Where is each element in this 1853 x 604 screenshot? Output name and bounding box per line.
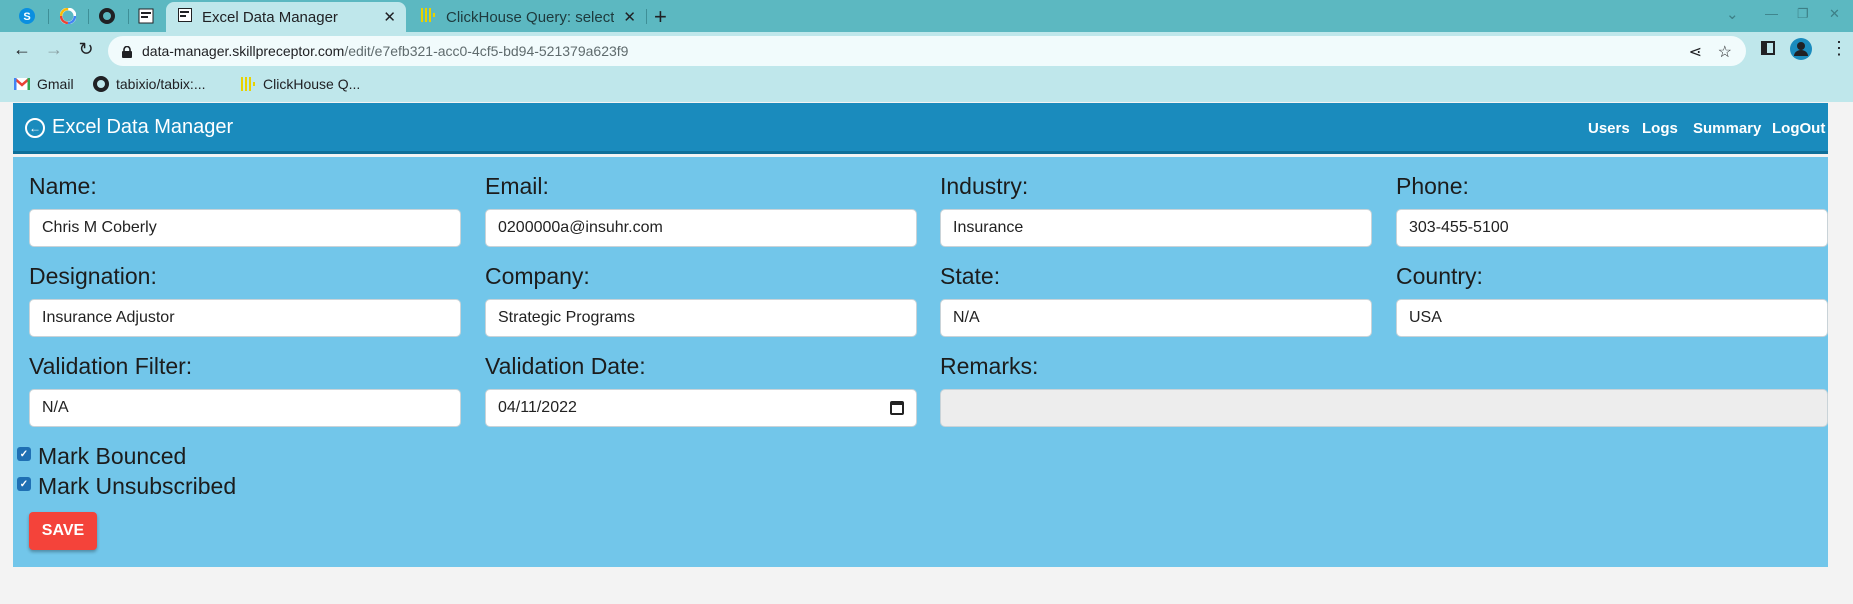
country-field[interactable]: USA	[1396, 299, 1828, 337]
tab-excel-data-manager[interactable]: Excel Data Manager ✕	[166, 2, 406, 32]
company-value: Strategic Programs	[498, 309, 635, 326]
tab-clickhouse-query[interactable]: ClickHouse Query: select ✕	[408, 2, 646, 32]
minimize-icon[interactable]: —	[1765, 6, 1778, 21]
edit-form-panel: Name: Chris M Coberly Email: 0200000a@in…	[13, 157, 1828, 567]
window-close-icon[interactable]: ✕	[1829, 6, 1840, 22]
close-icon[interactable]: ✕	[623, 8, 636, 26]
reload-icon[interactable]: ↻	[74, 39, 98, 60]
country-label: Country:	[1396, 263, 1483, 289]
svg-text:S: S	[23, 11, 30, 23]
app-tab-icon[interactable]	[133, 4, 159, 28]
bookmark-tabix[interactable]: tabixio/tabix:...	[93, 76, 206, 92]
app-header: ← Excel Data Manager Users Logs Summary …	[13, 103, 1828, 154]
clickhouse-icon	[240, 76, 256, 92]
validation-date-value: 04/11/2022	[498, 399, 577, 416]
remarks-label: Remarks:	[940, 353, 1039, 379]
forward-arrow-icon[interactable]: →	[42, 39, 66, 60]
back-arrow-icon[interactable]: ←	[10, 39, 34, 60]
clickhouse-icon	[420, 7, 436, 27]
nav-users-link[interactable]: Users	[1588, 120, 1630, 137]
new-tab-icon[interactable]: +	[654, 4, 667, 30]
gmail-icon	[14, 78, 30, 90]
google-tab-icon[interactable]	[55, 4, 81, 28]
menu-icon[interactable]: ⋮	[1830, 38, 1848, 59]
state-label: State:	[940, 263, 1001, 289]
github-tab-icon[interactable]	[94, 4, 120, 28]
validation-filter-field[interactable]: N/A	[29, 389, 461, 427]
phone-label: Phone:	[1396, 173, 1469, 199]
industry-label: Industry:	[940, 173, 1029, 199]
country-value: USA	[1409, 309, 1442, 326]
github-icon	[93, 76, 109, 92]
mark-bounced-checkbox[interactable]: ✓	[17, 447, 31, 461]
tab-title: Excel Data Manager	[202, 8, 338, 26]
bookmark-gmail[interactable]: Gmail	[14, 76, 74, 92]
bookmark-star-icon[interactable]: ☆	[1718, 42, 1732, 62]
phone-field[interactable]: 303-455-5100	[1396, 209, 1828, 247]
validation-date-label: Validation Date:	[485, 353, 646, 379]
bookmark-label: ClickHouse Q...	[263, 76, 361, 92]
name-label: Name:	[29, 173, 97, 199]
maximize-icon[interactable]: ❐	[1797, 6, 1809, 22]
designation-label: Designation:	[29, 263, 157, 289]
designation-field[interactable]: Insurance Adjustor	[29, 299, 461, 337]
bookmark-label: tabixio/tabix:...	[116, 76, 206, 92]
state-field[interactable]: N/A	[940, 299, 1372, 337]
validation-filter-value: N/A	[42, 399, 69, 416]
app-favicon-icon	[178, 8, 192, 26]
calendar-icon[interactable]	[890, 401, 904, 415]
profile-avatar-icon[interactable]	[1790, 38, 1812, 65]
validation-date-field[interactable]: 04/11/2022	[485, 389, 917, 427]
save-button[interactable]: SAVE	[29, 512, 97, 550]
industry-value: Insurance	[953, 219, 1024, 236]
email-label: Email:	[485, 173, 549, 199]
company-field[interactable]: Strategic Programs	[485, 299, 917, 337]
bookmarks-bar: Gmail tabixio/tabix:... ClickHouse Q...	[0, 70, 1853, 102]
nav-logs-link[interactable]: Logs	[1642, 120, 1678, 137]
tab-title: ClickHouse Query: select	[446, 8, 615, 26]
name-field[interactable]: Chris M Coberly	[29, 209, 461, 247]
industry-field[interactable]: Insurance	[940, 209, 1372, 247]
share-icon[interactable]: ⋖	[1689, 42, 1702, 62]
validation-filter-label: Validation Filter:	[29, 353, 193, 379]
nav-logout-link[interactable]: LogOut	[1772, 120, 1825, 137]
nav-summary-link[interactable]: Summary	[1693, 120, 1761, 137]
mark-bounced-label: Mark Bounced	[38, 443, 187, 469]
url-path: /edit/e7efb321-acc0-4cf5-bd94-521379a623…	[344, 43, 629, 59]
browser-tabstrip: S Excel Data Manager ✕ ClickHouse Query:…	[0, 0, 1853, 32]
back-circle-icon[interactable]: ←	[25, 118, 45, 138]
url-host: data-manager.skillpreceptor.com	[142, 43, 345, 59]
browser-toolbar: ← → ↻ data-manager.skillpreceptor.com /e…	[0, 32, 1853, 70]
bookmark-label: Gmail	[37, 76, 74, 92]
side-panel-icon[interactable]	[1761, 41, 1775, 60]
mark-unsubscribed-checkbox[interactable]: ✓	[17, 477, 31, 491]
app-title: Excel Data Manager	[52, 116, 234, 138]
phone-value: 303-455-5100	[1409, 219, 1509, 236]
lock-icon	[122, 45, 132, 58]
bookmark-clickhouse[interactable]: ClickHouse Q...	[240, 76, 360, 92]
address-bar[interactable]: data-manager.skillpreceptor.com /edit/e7…	[108, 36, 1746, 66]
email-field[interactable]: 0200000a@insuhr.com	[485, 209, 917, 247]
skype-tab-icon[interactable]: S	[14, 4, 40, 28]
mark-unsubscribed-label: Mark Unsubscribed	[38, 473, 237, 499]
remarks-field	[940, 389, 1828, 427]
email-value: 0200000a@insuhr.com	[498, 219, 663, 236]
company-label: Company:	[485, 263, 590, 289]
designation-value: Insurance Adjustor	[42, 309, 175, 326]
tab-search-icon[interactable]: ⌄	[1726, 5, 1739, 23]
name-value: Chris M Coberly	[42, 219, 157, 236]
state-value: N/A	[953, 309, 980, 326]
close-icon[interactable]: ✕	[383, 8, 396, 26]
